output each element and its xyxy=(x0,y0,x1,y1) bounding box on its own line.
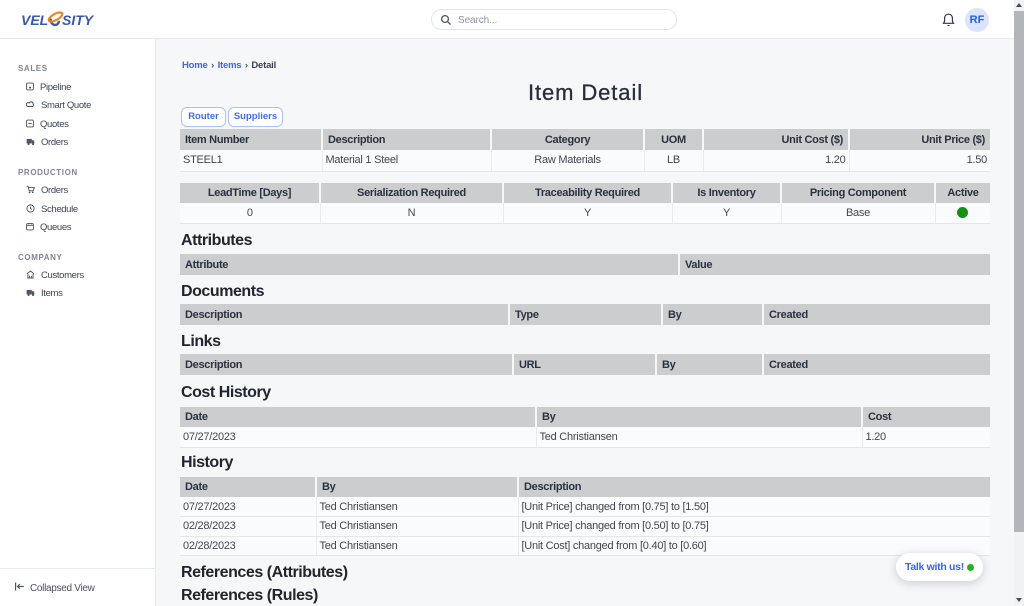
svg-text:SITY: SITY xyxy=(62,12,95,28)
svg-text:VEL: VEL xyxy=(21,12,48,28)
